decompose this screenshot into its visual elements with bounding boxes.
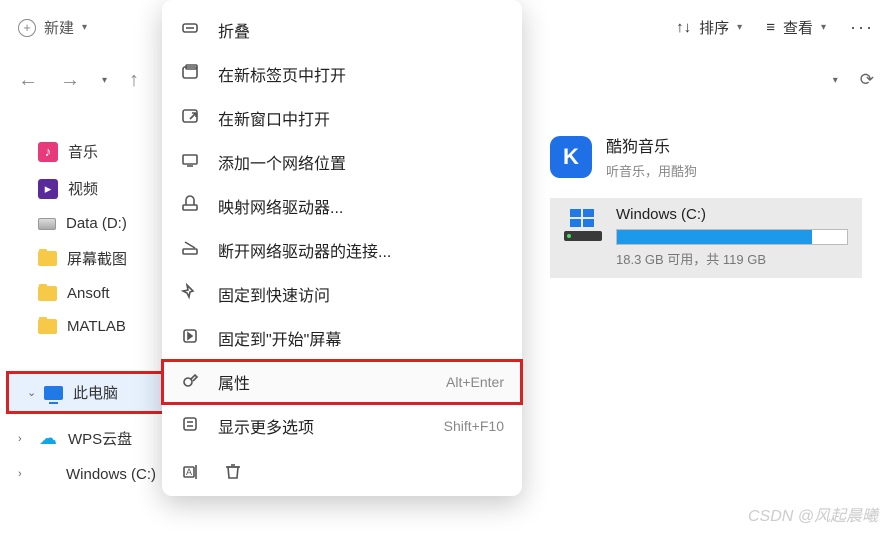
- sidebar-item-label: MATLAB: [67, 318, 126, 335]
- sidebar-item-label: Windows (C:): [66, 466, 156, 483]
- disconnect-drive-icon: [180, 239, 200, 262]
- new-button[interactable]: + 新建 ▾: [18, 17, 87, 38]
- disk-icon: [38, 218, 56, 230]
- sort-label: 排序: [699, 17, 729, 38]
- sidebar-item-label: 音乐: [68, 141, 98, 162]
- pin-icon: [180, 283, 200, 306]
- more-button[interactable]: ···: [850, 17, 874, 38]
- app-kugou[interactable]: K 酷狗音乐 听音乐，用酷狗: [550, 133, 892, 180]
- sidebar-item-wps-cloud[interactable]: › ☁ WPS云盘: [0, 420, 180, 457]
- ctx-map-network-drive[interactable]: 映射网络驱动器...: [162, 184, 522, 228]
- ctx-open-new-window[interactable]: 在新窗口中打开: [162, 96, 522, 140]
- expand-icon[interactable]: ›: [18, 433, 22, 445]
- ctx-pin-quick-access[interactable]: 固定到快速访问: [162, 272, 522, 316]
- address-dropdown[interactable]: ▾: [833, 75, 838, 86]
- new-window-icon: [180, 107, 200, 130]
- ctx-properties[interactable]: 属性 Alt+Enter: [162, 360, 522, 404]
- drive-windows-c[interactable]: Windows (C:) 18.3 GB 可用，共 119 GB: [550, 198, 862, 278]
- delete-icon[interactable]: [222, 460, 244, 482]
- view-icon: ≡: [766, 19, 775, 36]
- expand-icon[interactable]: ›: [18, 468, 22, 480]
- folder-icon: [38, 286, 57, 301]
- new-label: 新建: [44, 17, 74, 38]
- folder-icon: [38, 319, 57, 334]
- properties-icon: [180, 371, 200, 394]
- refresh-button[interactable]: ⟳: [860, 70, 874, 90]
- shortcut-label: Shift+F10: [444, 418, 504, 434]
- more-options-icon: [180, 415, 200, 438]
- up-button[interactable]: ↑: [129, 69, 139, 92]
- sidebar-item-music[interactable]: ♪ 音乐: [0, 133, 180, 170]
- app-subtitle: 听音乐，用酷狗: [606, 161, 697, 180]
- sidebar-item-label: WPS云盘: [68, 428, 132, 449]
- rename-icon[interactable]: A: [180, 460, 202, 482]
- sidebar-item-screenshots[interactable]: 屏幕截图: [0, 240, 180, 277]
- sort-button[interactable]: ↑↓ 排序 ▾: [676, 17, 742, 38]
- chevron-down-icon: ▾: [737, 22, 742, 33]
- ctx-add-network-location[interactable]: 添加一个网络位置: [162, 140, 522, 184]
- folder-icon: [38, 251, 57, 266]
- back-button[interactable]: ←: [18, 69, 38, 92]
- collapse-icon: [180, 19, 200, 42]
- sidebar-item-label: Ansoft: [67, 285, 110, 302]
- ctx-disconnect-network-drive[interactable]: 断开网络驱动器的连接...: [162, 228, 522, 272]
- net-location-icon: [180, 151, 200, 174]
- context-menu: 折叠 在新标签页中打开 在新窗口中打开 添加一个网络位置 映射网络驱动器... …: [162, 0, 522, 496]
- map-drive-icon: [180, 195, 200, 218]
- forward-button[interactable]: →: [60, 69, 80, 92]
- music-icon: ♪: [38, 142, 58, 162]
- sidebar-item-windows-c[interactable]: › Windows (C:): [0, 457, 180, 491]
- watermark: CSDN @风起晨曦: [748, 502, 878, 526]
- view-label: 查看: [783, 17, 813, 38]
- ctx-collapse[interactable]: 折叠: [162, 8, 522, 52]
- sidebar-item-label: Data (D:): [66, 215, 127, 232]
- cloud-icon: ☁: [38, 429, 58, 449]
- sidebar-item-label: 屏幕截图: [67, 248, 127, 269]
- sort-icon: ↑↓: [676, 19, 691, 36]
- sidebar-item-video[interactable]: ▸ 视频: [0, 170, 180, 207]
- chevron-down-icon: ▾: [821, 22, 826, 33]
- app-title: 酷狗音乐: [606, 133, 697, 157]
- recent-dropdown[interactable]: ▾: [102, 75, 107, 86]
- collapse-icon[interactable]: ⌄: [27, 386, 36, 399]
- drive-name: Windows (C:): [616, 206, 848, 223]
- windows-icon: [38, 465, 56, 483]
- sidebar: ♪ 音乐 ▸ 视频 Data (D:) 屏幕截图 Ansoft MATLAB ⌄…: [0, 105, 180, 534]
- chevron-down-icon: ▾: [82, 22, 87, 33]
- shortcut-label: Alt+Enter: [446, 374, 504, 390]
- drive-status: 18.3 GB 可用，共 119 GB: [616, 249, 848, 268]
- ctx-footer: A: [162, 448, 522, 488]
- svg-text:A: A: [186, 467, 192, 477]
- pin-start-icon: [180, 327, 200, 350]
- ctx-show-more-options[interactable]: 显示更多选项 Shift+F10: [162, 404, 522, 448]
- drive-icon: [564, 209, 602, 241]
- view-button[interactable]: ≡ 查看 ▾: [766, 17, 826, 38]
- video-icon: ▸: [38, 179, 58, 199]
- kugou-icon: K: [550, 136, 592, 178]
- monitor-icon: [44, 386, 63, 400]
- sidebar-item-label: 此电脑: [73, 382, 118, 403]
- plus-circle-icon: +: [18, 19, 36, 37]
- drive-usage-bar: [616, 229, 848, 245]
- sidebar-item-data-d[interactable]: Data (D:): [0, 207, 180, 240]
- ctx-open-new-tab[interactable]: 在新标签页中打开: [162, 52, 522, 96]
- ctx-pin-start[interactable]: 固定到"开始"屏幕: [162, 316, 522, 360]
- sidebar-item-ansoft[interactable]: Ansoft: [0, 277, 180, 310]
- sidebar-item-matlab[interactable]: MATLAB: [0, 310, 180, 343]
- new-tab-icon: [180, 63, 200, 86]
- sidebar-item-label: 视频: [68, 178, 98, 199]
- sidebar-item-this-pc[interactable]: ⌄ 此电脑: [6, 371, 170, 414]
